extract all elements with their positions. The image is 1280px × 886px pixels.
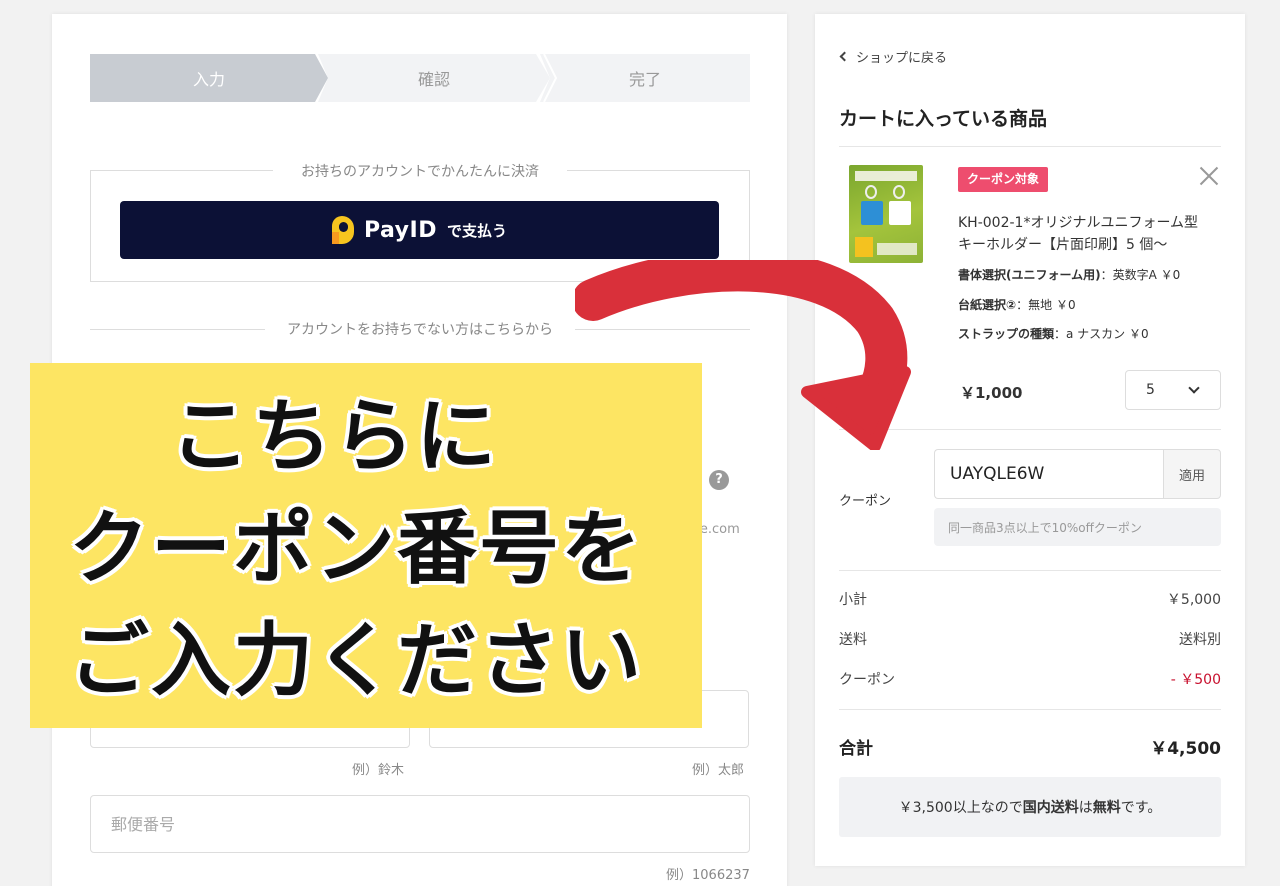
step-confirm: 確認 bbox=[318, 54, 550, 102]
postal-code-hint: 例）1066237 bbox=[666, 868, 750, 883]
checkout-steps: 入力 確認 完了 bbox=[90, 54, 750, 102]
total-row: 合計 ￥4,500 bbox=[839, 734, 1221, 759]
coupon-discount-row: クーポン - ￥500 bbox=[839, 669, 1221, 689]
chevron-down-icon bbox=[1188, 382, 1200, 394]
coupon-discount-value: - ￥500 bbox=[1170, 672, 1221, 688]
product-option: 書体選択(ユニフォーム用)：英数字A ￥0 bbox=[958, 268, 1181, 282]
back-to-shop-label: ショップに戻る bbox=[856, 51, 948, 66]
subtotal-row: 小計 ￥5,000 bbox=[839, 589, 1221, 609]
help-icon[interactable]: ? bbox=[709, 470, 729, 490]
coupon-label: クーポン bbox=[839, 494, 892, 509]
total-value: ￥4,500 bbox=[1150, 739, 1221, 759]
subtotal-value: ￥5,000 bbox=[1166, 592, 1221, 608]
product-option: ストラップの種類：a ナスカン ￥0 bbox=[958, 327, 1149, 341]
product-option: 台紙選択②：無地 ￥0 bbox=[958, 298, 1076, 312]
shipping-label: 送料 bbox=[839, 632, 867, 648]
divider bbox=[839, 709, 1221, 710]
shipping-row: 送料 送料別 bbox=[839, 629, 1221, 649]
remove-item-close-icon[interactable] bbox=[1197, 164, 1221, 188]
overlay-line-3: ご入力ください bbox=[69, 614, 643, 707]
payid-logo-icon bbox=[331, 216, 358, 244]
free-shipping-notice: ￥3,500以上なので 国内送料は無料 です。 bbox=[839, 777, 1221, 837]
divider bbox=[839, 570, 1221, 571]
coupon-description: 同一商品3点以上で10%offクーポン bbox=[934, 508, 1221, 546]
product-name: KH-002-1*オリジナルユニフォーム型キーホルダー【片面印刷】5 個～ bbox=[958, 215, 1199, 253]
subtotal-label: 小計 bbox=[839, 592, 867, 608]
red-arrow-icon bbox=[575, 260, 911, 450]
step-input: 入力 bbox=[90, 54, 328, 102]
payid-button[interactable]: PayID で支払う bbox=[120, 201, 719, 259]
shipping-value: 送料別 bbox=[1179, 632, 1221, 648]
chevron-left-icon bbox=[839, 51, 850, 62]
apply-coupon-button[interactable]: 適用 bbox=[1163, 449, 1221, 499]
step-divider-icon bbox=[543, 54, 558, 102]
guest-divider-text: アカウントをお持ちでない方はこちらから bbox=[265, 319, 575, 339]
total-label: 合計 bbox=[839, 739, 873, 759]
last-name-hint: 例）鈴木 bbox=[352, 763, 405, 778]
back-to-shop-link[interactable]: ショップに戻る bbox=[839, 47, 948, 66]
postal-code-input[interactable] bbox=[90, 795, 750, 853]
coupon-eligible-badge: クーポン対象 bbox=[958, 167, 1049, 192]
cart-title: カートに入っている商品 bbox=[839, 108, 1048, 130]
quantity-value: 5 bbox=[1146, 382, 1155, 398]
item-price: ￥1,000 bbox=[960, 384, 1023, 402]
first-name-hint: 例）太郎 bbox=[692, 763, 745, 778]
overlay-line-1: こちらに bbox=[170, 390, 498, 483]
coupon-code-input[interactable] bbox=[934, 449, 1164, 499]
payid-suffix: で支払う bbox=[446, 221, 507, 240]
divider bbox=[839, 146, 1221, 147]
payid-brand: PayID bbox=[363, 217, 437, 243]
quantity-select[interactable]: 5 bbox=[1125, 370, 1221, 410]
coupon-discount-label: クーポン bbox=[839, 672, 895, 688]
product-thumbnail[interactable] bbox=[849, 165, 923, 263]
account-legend: お持ちのアカウントでかんたんに決済 bbox=[273, 161, 567, 181]
step-complete: 完了 bbox=[540, 54, 750, 102]
overlay-line-2: クーポン番号を bbox=[69, 502, 643, 595]
